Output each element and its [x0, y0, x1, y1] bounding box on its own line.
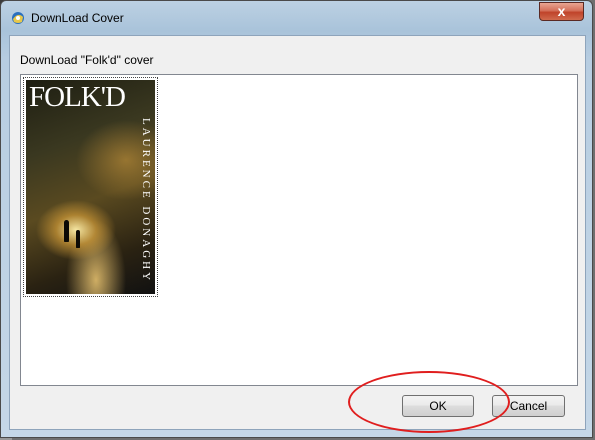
cover-selection-frame[interactable]: FOLK'D LAURENCE DONAGHY — [23, 77, 158, 297]
download-cover-label: DownLoad "Folk'd" cover — [20, 53, 154, 67]
cover-image-panel: FOLK'D LAURENCE DONAGHY — [20, 74, 578, 386]
dialog-client-area: DownLoad "Folk'd" cover FOLK'D LAURENCE … — [9, 35, 586, 430]
highlight-annotation-circle — [348, 371, 510, 433]
cover-figure-left — [64, 220, 69, 242]
window-title: DownLoad Cover — [31, 11, 124, 25]
close-icon: x — [557, 3, 566, 19]
title-bar[interactable]: DownLoad Cover x — [1, 1, 592, 35]
cover-title: FOLK'D — [29, 81, 126, 113]
app-icon — [10, 10, 26, 26]
close-button[interactable]: x — [539, 2, 584, 21]
dialog-window: DownLoad Cover x DownLoad "Folk'd" cover… — [0, 0, 593, 438]
book-cover-image: FOLK'D LAURENCE DONAGHY — [26, 80, 155, 294]
cover-author: LAURENCE DONAGHY — [140, 118, 152, 284]
cover-figure-right — [76, 230, 80, 248]
